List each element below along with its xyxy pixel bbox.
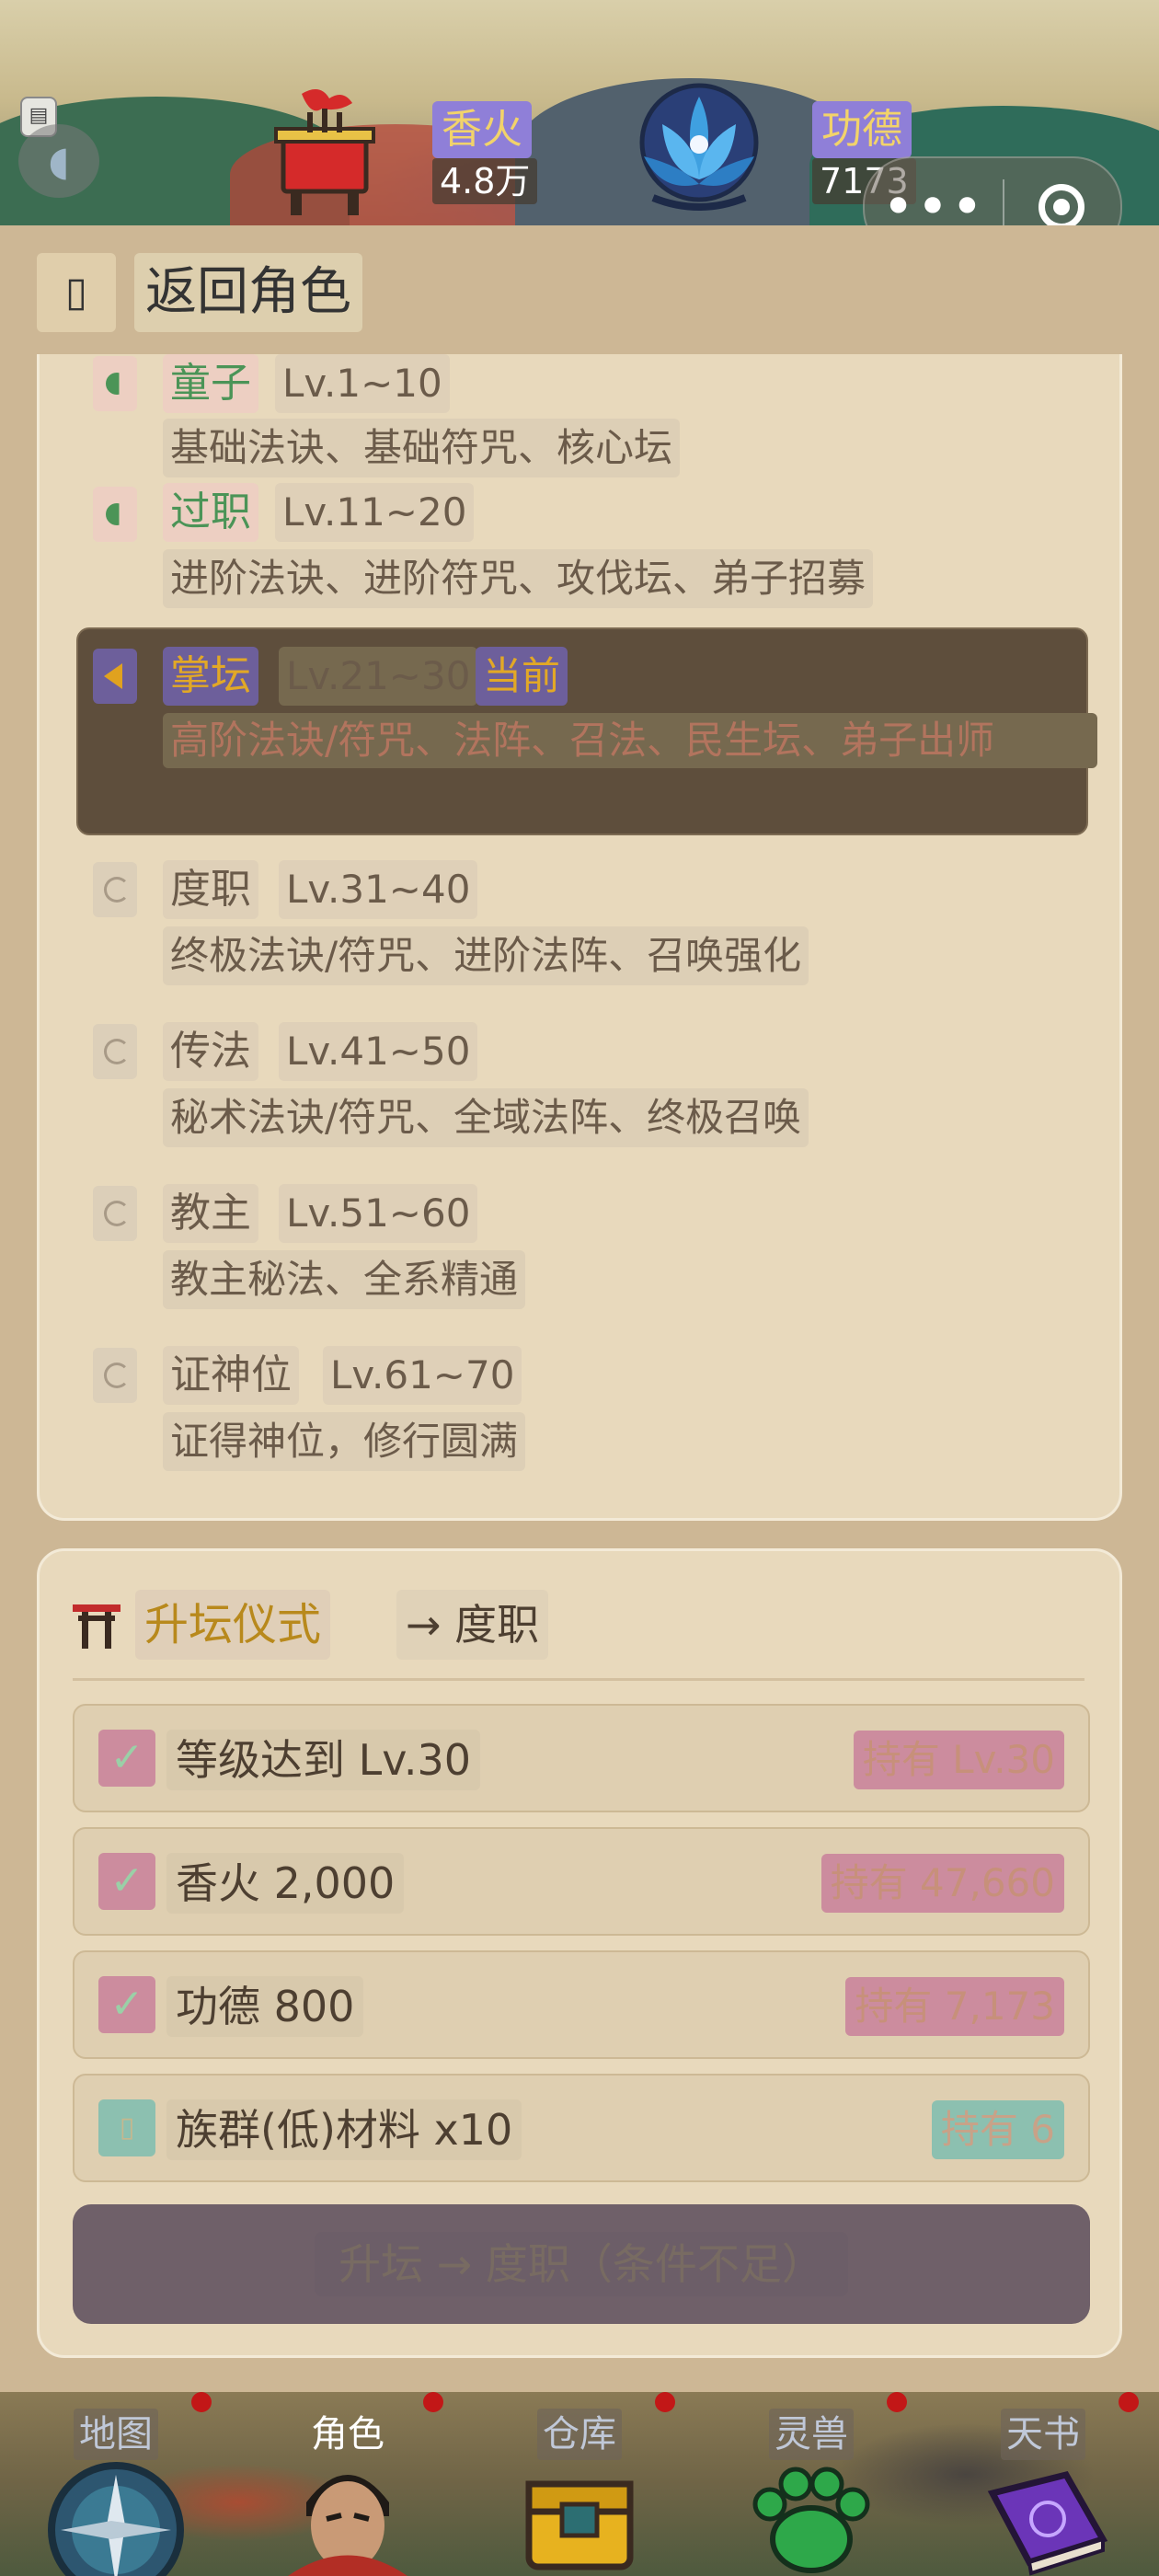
paw-icon [752,2467,870,2573]
requirement-row: ✓ 功德 800 持有 7,173 [73,1950,1090,2059]
speaker-icon[interactable]: ◖ [18,124,99,198]
requirement-owned: 持有 47,660 [820,1854,1064,1913]
ascension-ritual-card: 升坛仪式 → 度职 ✓ 等级达到 Lv.30 持有 Lv.30 ✓ 香火 2,0… [37,1548,1122,2358]
stage-locked-icon [93,1348,137,1403]
ritual-title: 升坛仪式 [135,1590,331,1660]
nav-tab-storage[interactable]: 仓库 [464,2392,695,2576]
requirement-owned: 持有 6 [931,2100,1064,2159]
nav-label: 天书 [1001,2409,1085,2460]
incense-resource: 香火 4.8万 [432,101,538,204]
requirement-label: 功德 800 [166,1976,364,2037]
resource-value: 4.8万 [432,158,538,204]
incense-burner-icon [274,89,375,215]
check-icon: ✓ [98,1976,155,2033]
stage-description: 基础法诀、基础符咒、核心坛 [163,419,681,477]
requirement-owned: 持有 7,173 [845,1977,1064,2036]
requirement-label: 香火 2,000 [166,1853,405,1914]
close-miniprogram-button[interactable] [1004,184,1119,225]
requirement-label: 等级达到 Lv.30 [166,1730,481,1790]
nav-label: 地图 [74,2409,158,2460]
nav-label: 角色 [311,2413,384,2455]
compass-icon [48,2462,184,2576]
requirement-row: ✓ 香火 2,000 持有 47,660 [73,1827,1090,1936]
notification-dot [887,2392,907,2412]
bottom-nav: 地图 角色 仓库 灵兽 天书 [0,2392,1159,2576]
stage-description: 终极法诀/符咒、进阶法阵、召唤强化 [163,926,809,985]
resource-label: 香火 [432,101,532,158]
ascend-button[interactable]: 升坛 → 度职（条件不足） [73,2204,1090,2324]
nav-tab-heavenly-book[interactable]: 天书 [927,2392,1159,2576]
stage-locked-icon [93,862,137,917]
miniprogram-capsule: ••• [863,156,1122,225]
nav-label: 灵兽 [769,2409,854,2460]
stage-level: Lv.11~20 [275,483,475,542]
resource-label: 功德 [812,101,912,158]
stage-description: 证得神位，修行圆满 [163,1412,526,1471]
notification-dot [1119,2392,1139,2412]
stage-name: 过职 [163,483,258,542]
stage-list-card: 童子 Lv.1~10 基础法诀、基础符咒、核心坛 过职 Lv.11~20 进阶法… [37,354,1122,1521]
torii-gate-icon [73,1604,120,1649]
unchecked-icon: ▯ [98,2099,155,2156]
stage-level: Lv.31~40 [279,860,478,919]
stage-name: 童子 [163,354,258,413]
stage-level: Lv.21~30 [279,647,478,706]
requirement-owned: 持有 Lv.30 [853,1731,1064,1789]
notification-dot [423,2392,443,2412]
check-icon: ✓ [98,1853,155,1910]
stage-level: Lv.41~50 [279,1022,478,1081]
ritual-target: → 度职 [396,1590,549,1660]
notification-dot [655,2392,675,2412]
requirement-row: ▯ 族群(低)材料 x10 持有 6 [73,2074,1090,2182]
requirement-label: 族群(低)材料 x10 [166,2099,522,2160]
back-header: ▯ 返回角色 [0,225,1159,354]
treasure-chest-icon [525,2480,634,2570]
stage-level: Lv.61~70 [323,1346,522,1405]
stage-locked-icon [93,1186,137,1241]
stage-name: 证神位 [163,1346,299,1405]
nav-tab-character[interactable]: 角色 [232,2392,464,2576]
stage-name: 度职 [163,860,258,919]
more-menu-button[interactable]: ••• [865,179,1003,225]
spellbook-icon [987,2470,1108,2576]
ascend-button-label: 升坛 → 度职（条件不足） [315,2232,848,2296]
stage-description: 秘术法诀/符咒、全域法阵、终极召唤 [163,1088,809,1147]
stage-name: 传法 [163,1022,258,1081]
back-to-character-button[interactable]: 返回角色 [134,253,362,332]
stage-description: 教主秘法、全系精通 [163,1250,526,1309]
top-banner: ▤ ◖ 香火 4.8万 功德 7173 ••• [0,0,1159,225]
stage-locked-icon [93,1024,137,1079]
requirement-row: ✓ 等级达到 Lv.30 持有 Lv.30 [73,1704,1090,1812]
divider [73,1678,1084,1681]
current-badge: 当前 [476,647,568,706]
nav-label: 仓库 [537,2409,622,2460]
back-arrow-icon[interactable]: ▯ [37,253,116,332]
current-stage-icon [93,649,137,704]
stage-done-icon [93,487,137,542]
stage-done-icon [93,356,137,411]
stage-name: 掌坛 [163,647,258,706]
stage-description: 进阶法诀、进阶符咒、攻伐坛、弟子招募 [163,549,874,608]
target-icon [1039,184,1084,225]
stage-level: Lv.51~60 [279,1184,478,1243]
lotus-icon [639,83,759,211]
stage-name: 教主 [163,1184,258,1243]
stage-description: 高阶法诀/符咒、法阵、召法、民生坛、弟子出师 [163,713,1097,768]
nav-tab-map[interactable]: 地图 [0,2392,232,2576]
check-icon: ✓ [98,1730,155,1787]
stage-level: Lv.1~10 [275,354,450,413]
nav-tab-spirit-beast[interactable]: 灵兽 [695,2392,927,2576]
character-portrait-icon [288,2475,407,2576]
notification-dot [191,2392,212,2412]
